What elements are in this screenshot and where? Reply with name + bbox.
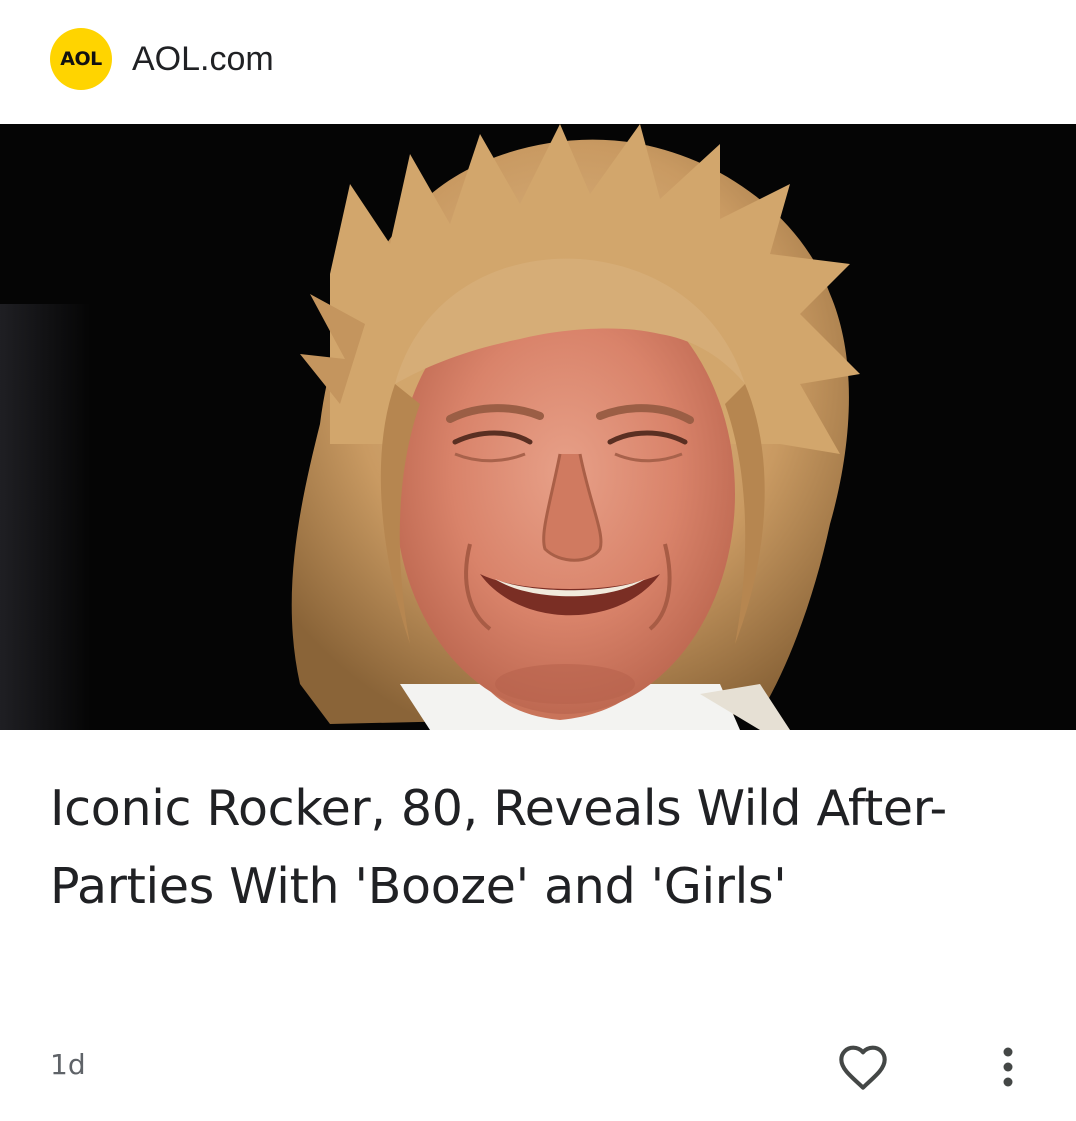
hero-image[interactable]: [0, 124, 1076, 730]
aol-logo-icon: AOL: [50, 28, 112, 90]
vertical-dots-icon: [1003, 1047, 1013, 1087]
like-button[interactable]: [834, 1040, 892, 1094]
source-row[interactable]: AOL AOL.com: [50, 28, 274, 90]
timestamp: 1d: [50, 1048, 86, 1081]
heart-outline-icon: [839, 1045, 887, 1090]
headline[interactable]: Iconic Rocker, 80, Reveals Wild After-Pa…: [50, 770, 1010, 926]
source-name[interactable]: AOL.com: [132, 40, 274, 79]
more-options-button[interactable]: [990, 1040, 1026, 1094]
news-card[interactable]: AOL AOL.com Iconic Rocker, 80, Reveals W…: [0, 0, 1076, 1121]
